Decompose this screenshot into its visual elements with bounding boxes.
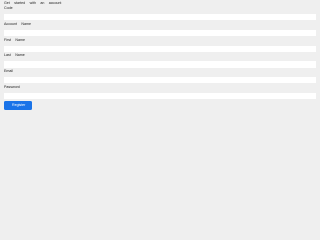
account-name-label: Account Name	[4, 21, 31, 26]
register-button-label: Register	[12, 103, 26, 108]
code-input[interactable]	[4, 14, 316, 21]
last-name-label: Last Name	[4, 53, 25, 58]
account-name-input[interactable]	[4, 29, 316, 36]
registration-form: Get started with an account Code Account…	[4, 0, 316, 200]
first-name-label: First Name	[4, 37, 25, 42]
password-input[interactable]	[4, 92, 316, 99]
form-heading: Get started with an account	[4, 0, 62, 5]
register-button[interactable]: Register	[4, 100, 32, 110]
last-name-input[interactable]	[4, 61, 316, 68]
password-label: Password	[4, 84, 20, 89]
email-label: Email	[4, 69, 13, 73]
first-name-input[interactable]	[4, 45, 316, 52]
code-label: Code	[4, 6, 13, 11]
email-input[interactable]	[4, 77, 316, 84]
